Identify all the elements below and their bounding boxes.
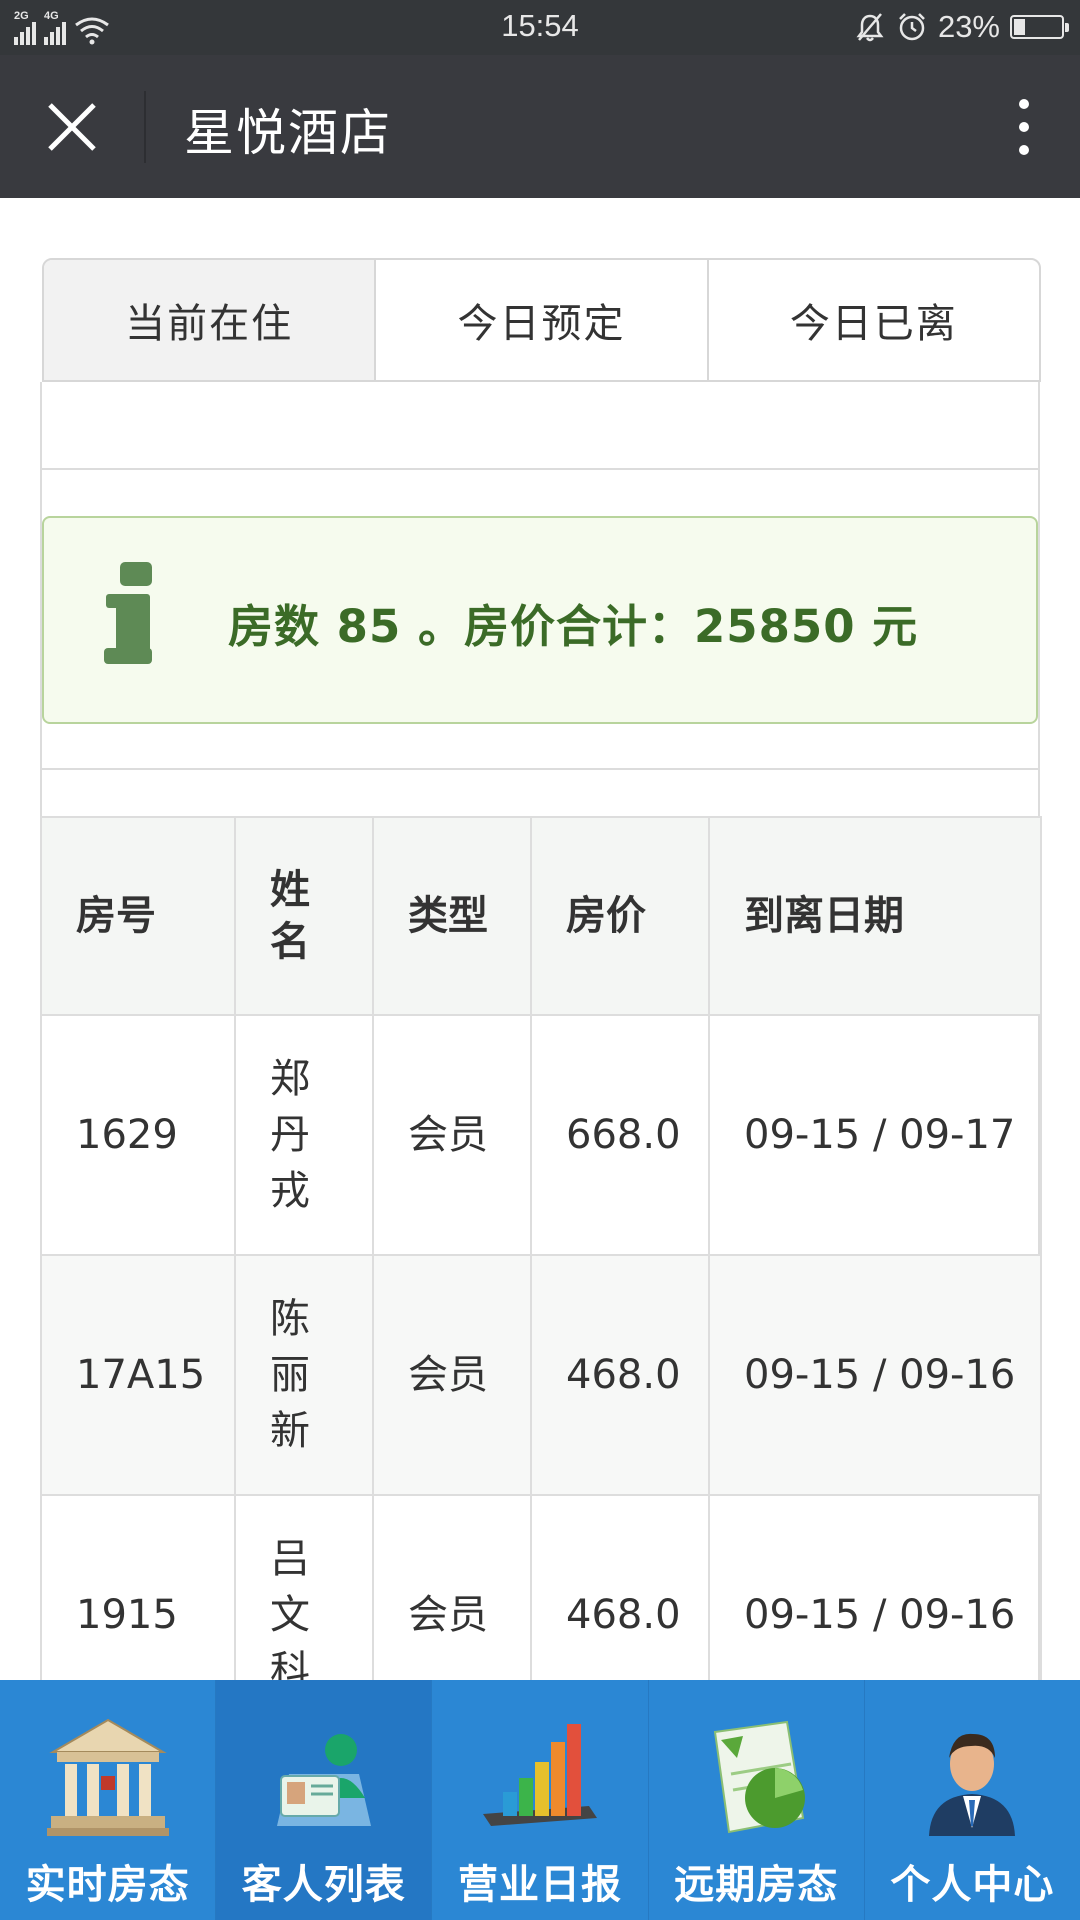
notifications-muted-icon: [856, 13, 884, 42]
tab-current-stay[interactable]: 当前在住: [44, 260, 377, 380]
guest-table: 房号 姓名 类型 房价 到离日期 1629 郑丹戎 会员 668.0 09-15…: [40, 816, 1042, 1736]
header-dates: 到离日期: [708, 816, 1042, 1016]
title-divider: [144, 91, 146, 163]
cell-name: 陈丽新: [234, 1254, 374, 1496]
cell-room: 1629: [40, 1014, 236, 1256]
title-bar: 星悦酒店: [0, 55, 1080, 198]
close-button[interactable]: [34, 89, 110, 165]
summary-text: 房数 85 。房价合计：25850 元: [228, 600, 919, 653]
nav-daily-report[interactable]: 营业日报: [432, 1680, 649, 1920]
nav-label: 实时房态: [25, 1862, 190, 1908]
cell-dates: 09-15 / 09-17: [708, 1014, 1042, 1256]
nav-label: 营业日报: [458, 1862, 622, 1908]
summary-alert: 房数 85 。房价合计：25850 元: [42, 516, 1038, 724]
header-name-text: 姓名: [270, 867, 310, 965]
battery-icon: [1010, 15, 1069, 39]
cell-price: 468.0: [530, 1254, 710, 1496]
user-avatar-icon: [929, 1733, 1016, 1836]
guest-card-icon: [276, 1734, 371, 1826]
cell-price: 668.0: [530, 1014, 710, 1256]
building-icon: [46, 1718, 169, 1836]
bottom-nav: 实时房态 客人列表 营业日报 远期房态 个人中心: [0, 1680, 1080, 1920]
cell-name: 郑丹戎: [234, 1014, 374, 1256]
nav-label: 远期房态: [674, 1862, 839, 1908]
table-header-row: 房号 姓名 类型 房价 到离日期: [40, 816, 1042, 1016]
nav-profile[interactable]: 个人中心: [865, 1680, 1080, 1920]
cell-room: 17A15: [40, 1254, 236, 1496]
header-name: 姓名: [234, 816, 374, 1016]
info-icon: [104, 562, 174, 672]
bar-chart-icon: [483, 1724, 597, 1826]
cell-type: 会员: [372, 1254, 532, 1496]
divider: [40, 768, 1040, 770]
cell-name-text: 郑丹戎: [270, 1056, 310, 1214]
close-icon: [48, 103, 96, 151]
header-price: 房价: [530, 816, 710, 1016]
battery-percent: 23%: [937, 9, 1000, 44]
header-room: 房号: [40, 816, 236, 1016]
divider: [40, 468, 1040, 470]
cell-type: 会员: [372, 1014, 532, 1256]
spreadsheet-chart-icon: [714, 1720, 806, 1834]
tab-today-departed[interactable]: 今日已离: [709, 260, 1039, 380]
table-row[interactable]: 1629 郑丹戎 会员 668.0 09-15 / 09-17: [40, 1014, 1042, 1256]
cell-name-text: 陈丽新: [270, 1296, 310, 1454]
page-title: 星悦酒店: [184, 104, 392, 162]
tab-today-booking[interactable]: 今日预定: [376, 260, 709, 380]
nav-realtime-room-status[interactable]: 实时房态: [0, 1680, 217, 1920]
more-vertical-icon: [1019, 99, 1029, 109]
nav-label: 个人中心: [890, 1862, 1055, 1908]
more-options-button[interactable]: [994, 89, 1054, 165]
nav-guest-list[interactable]: 客人列表: [216, 1680, 433, 1920]
status-bar: 2G 4G 15:54 23%: [0, 0, 1080, 55]
cell-dates: 09-15 / 09-16: [708, 1254, 1042, 1496]
tab-bar: 当前在住 今日预定 今日已离: [42, 258, 1041, 382]
alarm-icon: [899, 13, 925, 41]
battery-fill: [1014, 19, 1025, 35]
header-type: 类型: [372, 816, 532, 1016]
cell-name-text: 吕文科: [270, 1536, 310, 1694]
nav-future-room-status[interactable]: 远期房态: [649, 1680, 865, 1920]
nav-label: 客人列表: [241, 1862, 406, 1908]
table-row[interactable]: 17A15 陈丽新 会员 468.0 09-15 / 09-16: [40, 1254, 1042, 1496]
